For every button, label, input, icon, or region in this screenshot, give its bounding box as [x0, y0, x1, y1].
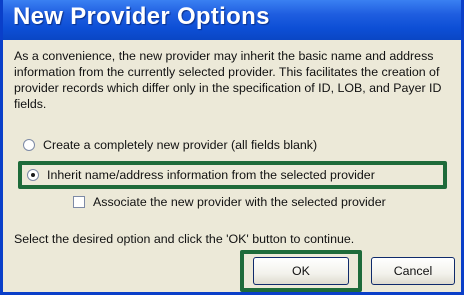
- radio-create-new[interactable]: [23, 139, 35, 151]
- description-text: As a convenience, the new provider may i…: [14, 49, 442, 111]
- option-create-new-label: Create a completely new provider (all fi…: [43, 138, 318, 152]
- associate-option[interactable]: Associate the new provider with the sele…: [73, 195, 386, 209]
- new-provider-options-dialog: New Provider Options As a convenience, t…: [0, 0, 464, 295]
- associate-label: Associate the new provider with the sele…: [93, 195, 386, 209]
- dialog-title: New Provider Options: [13, 3, 270, 30]
- option-inherit[interactable]: Inherit name/address information from th…: [27, 168, 375, 182]
- associate-checkbox[interactable]: [73, 196, 85, 208]
- option-inherit-label: Inherit name/address information from th…: [47, 168, 375, 182]
- title-bar[interactable]: New Provider Options: [3, 0, 461, 40]
- ok-button[interactable]: OK: [253, 257, 349, 285]
- cancel-button[interactable]: Cancel: [371, 257, 455, 285]
- radio-inherit[interactable]: [27, 169, 39, 181]
- option-create-new[interactable]: Create a completely new provider (all fi…: [23, 138, 317, 152]
- instruction-text: Select the desired option and click the …: [14, 232, 355, 246]
